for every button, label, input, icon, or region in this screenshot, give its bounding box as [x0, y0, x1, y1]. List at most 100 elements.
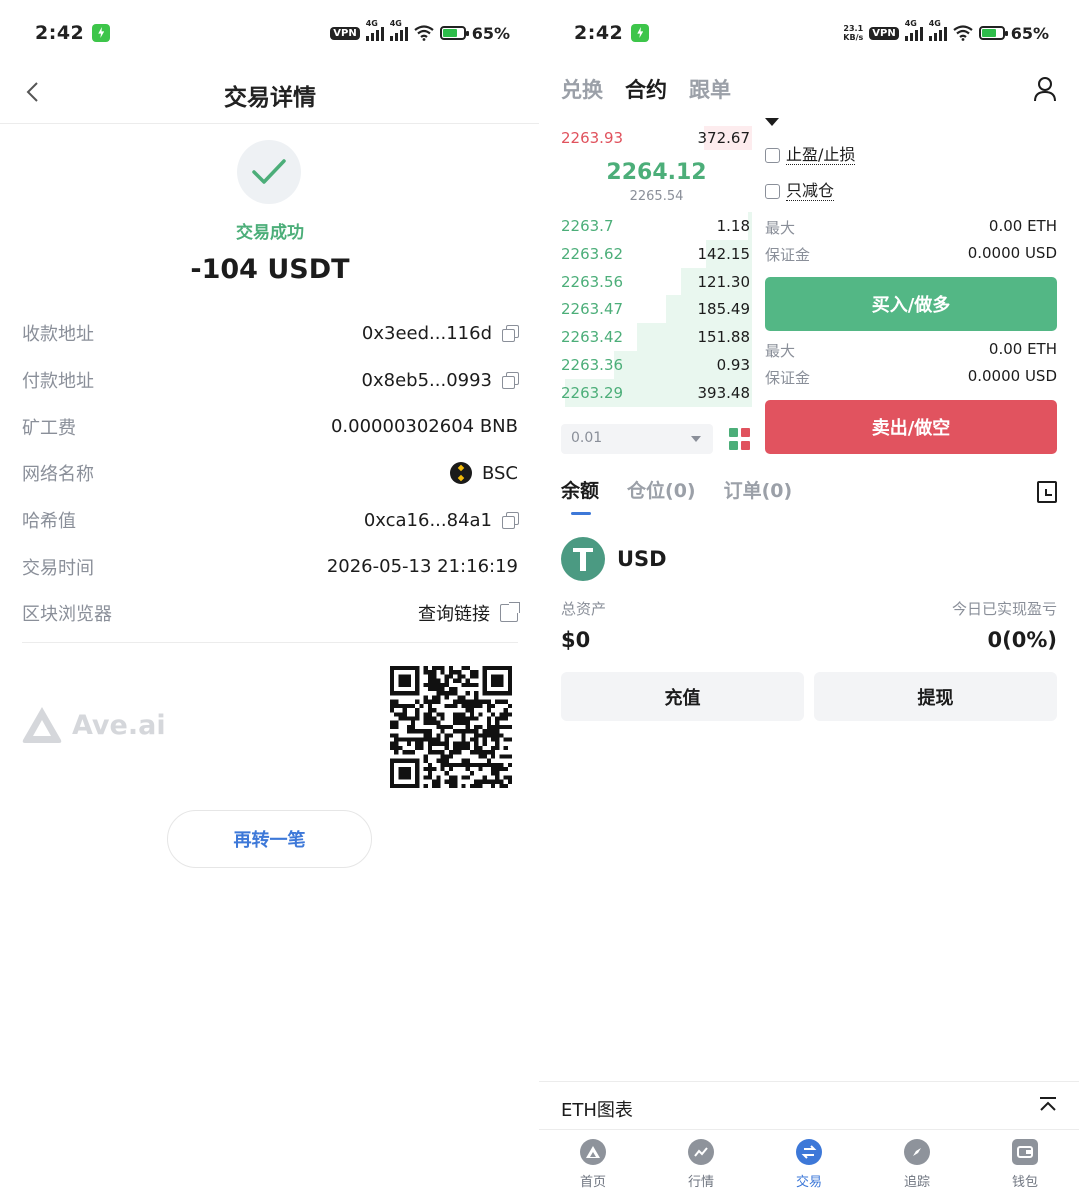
- bid-qty: 1.18: [716, 217, 750, 235]
- wifi-icon: [953, 25, 973, 41]
- signal-icon: 4G: [928, 19, 947, 41]
- bid-row[interactable]: 2263.47 185.49: [561, 295, 752, 324]
- signal-icon: 4G: [389, 19, 408, 41]
- tab-swap[interactable]: 兑换: [561, 74, 603, 104]
- asset-name: USD: [617, 547, 667, 571]
- battery-icon: [439, 26, 469, 40]
- pnl-value: 0(0%): [987, 628, 1057, 652]
- nav-home[interactable]: 首页: [539, 1131, 647, 1200]
- chevron-down-icon: [691, 436, 701, 442]
- charging-app-icon: [631, 24, 650, 42]
- row-label: 收款地址: [22, 324, 94, 346]
- status-text: 交易成功: [236, 223, 304, 243]
- tp-sl-label: 止盈/止损: [786, 145, 856, 165]
- detail-row-hash: 哈希值 0xca16...84a1: [22, 497, 519, 544]
- detail-row-explorer[interactable]: 区块浏览器 查询链接: [22, 590, 520, 637]
- row-label: 付款地址: [22, 371, 94, 393]
- nav-track[interactable]: 追踪: [863, 1131, 971, 1200]
- caret-down-icon[interactable]: [765, 118, 779, 126]
- reduce-only-label: 只减仓: [786, 181, 835, 201]
- bid-row[interactable]: 2263.29 393.48: [561, 378, 752, 407]
- bid-row[interactable]: 2263.62 142.15: [561, 239, 752, 268]
- transfer-again-button[interactable]: 再转一笔: [167, 810, 372, 868]
- depth-step-select[interactable]: 0.01: [561, 424, 713, 454]
- withdraw-button[interactable]: 提现: [814, 672, 1057, 721]
- sender-address: 0x8eb5...0993: [361, 369, 492, 391]
- tab-orders[interactable]: 订单(0): [724, 476, 793, 503]
- row-label: 网络名称: [22, 464, 94, 486]
- margin-value: 0.0000 USD: [967, 244, 1057, 262]
- tab-positions[interactable]: 仓位(0): [627, 476, 696, 503]
- tab-balance[interactable]: 余额: [561, 476, 599, 515]
- bid-row[interactable]: 2263.42 151.88: [561, 323, 752, 351]
- buy-long-button[interactable]: 买入/做多: [765, 277, 1057, 331]
- nav-trade[interactable]: 交易: [755, 1131, 863, 1200]
- page-title: 交易详情: [224, 85, 316, 111]
- detail-row-fee: 矿工费 0.00000302604 BNB: [22, 403, 518, 450]
- account-tabs: 余额 仓位(0) 订单(0): [561, 476, 793, 515]
- tx-time: 2026-05-13 21:16:19: [326, 556, 518, 578]
- ave-logo-icon: [22, 707, 62, 743]
- chart-panel-label: ETH图表: [561, 1100, 633, 1121]
- nav-label: 首页: [579, 1175, 606, 1190]
- bsc-icon: [449, 462, 472, 485]
- signal-icon: 4G: [904, 19, 923, 41]
- nav-wallet[interactable]: 钱包: [971, 1131, 1079, 1200]
- row-label: 哈希值: [22, 511, 76, 533]
- tx-hash: 0xca16...84a1: [363, 509, 492, 531]
- chart-panel-toggle[interactable]: ETH图表: [539, 1081, 1079, 1130]
- history-document-icon[interactable]: [1037, 481, 1057, 503]
- deposit-button[interactable]: 充值: [561, 672, 804, 721]
- status-time: 2:42: [574, 22, 624, 44]
- battery-percent: 65%: [1010, 23, 1049, 43]
- orderbook-ask-row[interactable]: 2263.93 372.67: [561, 126, 752, 150]
- signal-icon: 4G: [365, 19, 384, 41]
- user-icon[interactable]: [1033, 76, 1057, 102]
- copy-icon[interactable]: [502, 325, 519, 343]
- nav-market[interactable]: 行情: [647, 1131, 755, 1200]
- bid-row[interactable]: 2263.56 121.30: [561, 267, 752, 296]
- total-assets-label: 总资产: [561, 600, 607, 618]
- reduce-only-checkbox[interactable]: [765, 184, 780, 199]
- tp-sl-checkbox[interactable]: [765, 148, 780, 163]
- copy-icon[interactable]: [502, 372, 519, 390]
- explorer-link[interactable]: 查询链接: [418, 600, 490, 626]
- bid-qty: 393.48: [697, 383, 751, 402]
- bid-price: 2263.36: [561, 355, 624, 374]
- home-icon: [580, 1139, 606, 1165]
- external-link-icon[interactable]: [500, 602, 520, 623]
- orderbook-layout-icon[interactable]: [729, 428, 751, 450]
- tab-futures[interactable]: 合约: [625, 74, 667, 104]
- header: 交易详情: [0, 60, 540, 124]
- chevron-up-icon[interactable]: [1039, 1096, 1057, 1114]
- nav-label: 交易: [795, 1175, 822, 1190]
- market-icon: [688, 1139, 714, 1165]
- total-assets-value: $0: [561, 628, 591, 652]
- transaction-detail-screen: 2:42 VPN 4G 4G 65% 交易详情 交易成功 -104 USDT 收…: [0, 0, 540, 1200]
- charging-app-icon: [92, 24, 111, 42]
- bid-price: 2263.47: [561, 300, 624, 319]
- ave-logo: Ave.ai: [22, 706, 166, 744]
- depth-step-value: 0.01: [571, 430, 603, 446]
- margin-value: 0.0000 USD: [967, 367, 1057, 385]
- bid-price: 2263.56: [561, 272, 624, 291]
- tab-copy-trade[interactable]: 跟单: [689, 74, 731, 104]
- tp-sl-option[interactable]: 止盈/止损: [765, 145, 856, 165]
- bid-row[interactable]: 2263.7 1.18: [561, 212, 752, 240]
- sell-short-button[interactable]: 卖出/做空: [765, 400, 1057, 454]
- row-label: 区块浏览器: [22, 604, 112, 626]
- vpn-icon: VPN: [869, 26, 899, 40]
- vpn-icon: VPN: [330, 26, 360, 40]
- bid-price: 2263.29: [561, 383, 624, 402]
- bid-row[interactable]: 2263.36 0.93: [561, 350, 752, 379]
- transfer-amount: -104 USDT: [190, 254, 350, 285]
- detail-row-network: 网络名称 BSC: [22, 450, 518, 497]
- ask-qty: 372.67: [697, 129, 751, 147]
- sell-margin-line: 保证金 0.0000 USD: [765, 367, 1057, 388]
- ask-price: 2263.93: [561, 129, 624, 147]
- bid-qty: 185.49: [697, 300, 751, 319]
- reduce-only-option[interactable]: 只减仓: [765, 181, 835, 201]
- usdt-icon: [561, 537, 605, 581]
- last-price: 2264.12: [606, 160, 707, 185]
- copy-icon[interactable]: [502, 512, 519, 530]
